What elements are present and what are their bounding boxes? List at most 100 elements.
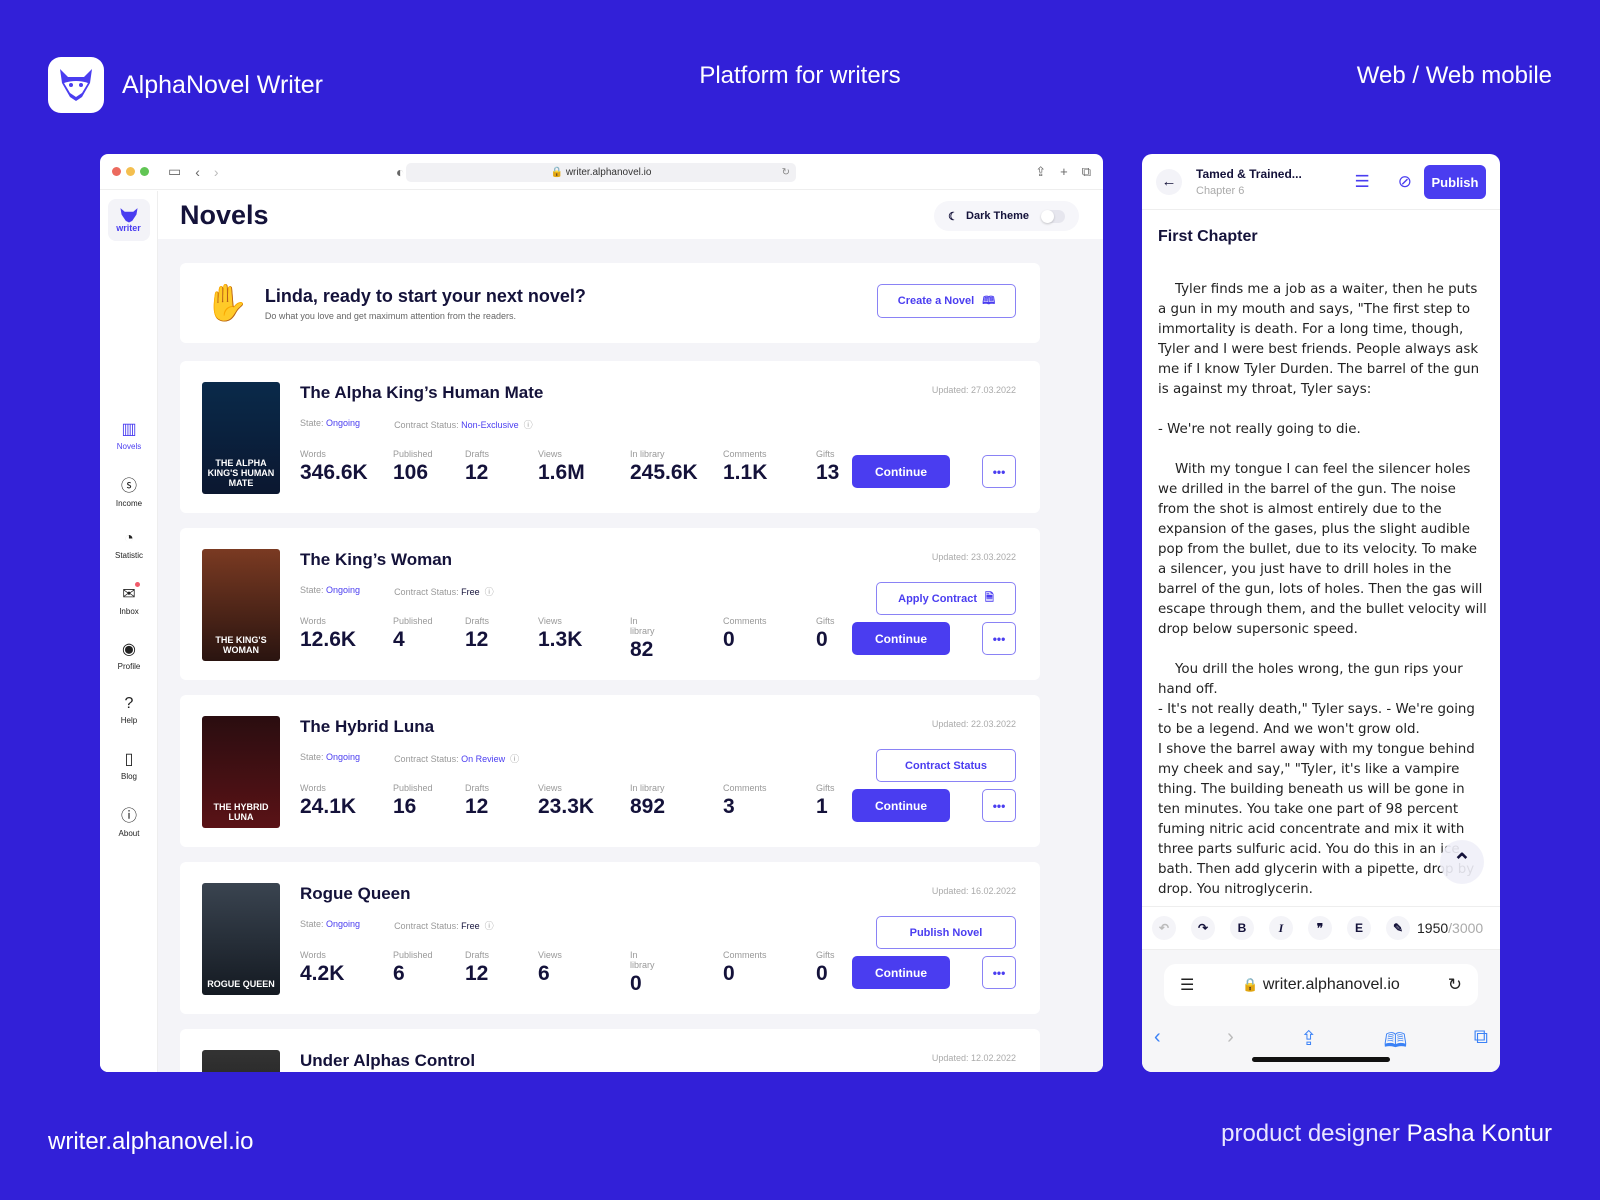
stat-value: 0 (723, 962, 735, 985)
chapter-list-icon[interactable]: ☰ (1355, 172, 1370, 192)
share-icon[interactable]: ⇪ (1035, 164, 1046, 180)
stat-label: Drafts (465, 616, 490, 626)
state-label: State: (300, 585, 324, 595)
continue-button[interactable]: Continue (852, 622, 950, 655)
continue-button[interactable]: Continue (852, 455, 950, 488)
novel-cover[interactable]: ROGUE QUEEN (202, 883, 280, 995)
emphasis-icon[interactable]: E (1347, 916, 1371, 940)
novel-title[interactable]: The Hybrid Luna (300, 717, 434, 737)
sidebar-item-profile[interactable]: ◉ Profile (100, 627, 158, 682)
stat-label: Words (300, 449, 326, 459)
site-url: writer.alphanovel.io (48, 1128, 254, 1155)
sidebar-item-inbox[interactable]: ✉ Inbox (100, 572, 158, 627)
logo-label: writer (116, 223, 141, 233)
sidebar-item-statistic[interactable]: ◔ Statistic (100, 517, 158, 572)
novel-title[interactable]: Rogue Queen (300, 884, 411, 904)
stat-value: 12 (465, 628, 489, 651)
mobile-tabs-icon[interactable]: ⧉ (1474, 1026, 1488, 1060)
stat-value: 4.2K (300, 962, 345, 985)
browser-toolbar: ▭ ‹ › ◐ 🔒 writer.alphanovel.io ↻ ⇪ + ⧉ (100, 154, 1103, 190)
sidebar-item-blog[interactable]: ▯ Blog (100, 737, 158, 792)
redo-icon[interactable]: ↷ (1191, 916, 1215, 940)
bookmarks-icon[interactable]: 🕮 (1384, 1026, 1408, 1060)
stat-value: 106 (393, 461, 429, 484)
stat-value: 24.1K (300, 795, 357, 818)
apply-contract-button[interactable]: Apply Contract 🗎 (876, 582, 1016, 615)
publish-button[interactable]: Publish (1424, 165, 1486, 199)
minimize-window-button[interactable] (126, 167, 135, 176)
continue-button[interactable]: Continue (852, 789, 950, 822)
create-novel-label: Create a Novel (897, 295, 975, 307)
magic-wand-icon[interactable]: ✎ (1386, 916, 1410, 940)
state-label: State: (300, 919, 324, 929)
mobile-share-icon[interactable]: ⇪ (1300, 1026, 1317, 1060)
info-icon[interactable]: ⓘ (510, 754, 519, 764)
stat-label: Drafts (465, 783, 490, 793)
mobile-reload-icon[interactable]: ↻ (1448, 975, 1462, 995)
continue-button[interactable]: Continue (852, 956, 950, 989)
novel-cover[interactable]: THE HYBRID LUNA (202, 716, 280, 828)
more-options-button[interactable]: ••• (982, 622, 1016, 655)
dark-theme-control[interactable]: ☾ Dark Theme (934, 201, 1079, 231)
sidebar-item-income[interactable]: ⓢ Income (100, 462, 158, 517)
address-bar[interactable]: 🔒 writer.alphanovel.io ↻ (406, 163, 796, 182)
mobile-forward-icon[interactable]: › (1227, 1026, 1234, 1060)
more-options-button[interactable]: ••• (982, 455, 1016, 488)
novel-cover[interactable]: THE KING'S WOMAN (202, 549, 280, 661)
novel-title[interactable]: The King’s Woman (300, 550, 452, 570)
sidebar-item-about[interactable]: ⓘ About (100, 792, 158, 847)
more-options-button[interactable]: ••• (982, 789, 1016, 822)
mobile-address-bar[interactable]: ☰ 🔒 writer.alphanovel.io ↻ (1164, 964, 1478, 1006)
novel-cover[interactable]: THE ALPHA KING'S HUMAN MATE (202, 382, 280, 494)
mobile-back-icon[interactable]: ‹ (1154, 1026, 1161, 1060)
info-icon[interactable]: ⓘ (485, 587, 494, 597)
state-label: State: (300, 418, 324, 428)
scroll-to-top-button[interactable]: ⌃ (1440, 840, 1484, 884)
contract-label: Contract Status: (394, 921, 459, 931)
more-options-button[interactable]: ••• (982, 956, 1016, 989)
info-icon[interactable]: ⓘ (485, 921, 494, 931)
stat-published: Published 6 (393, 950, 433, 986)
stat-views: Views 6 (538, 950, 562, 986)
publish-novel-button[interactable]: Publish Novel (876, 916, 1016, 949)
reload-icon[interactable]: ↻ (782, 167, 790, 178)
info-icon[interactable]: ⓘ (524, 420, 533, 430)
maximize-window-button[interactable] (140, 167, 149, 176)
contract-label: Contract Status: (394, 754, 459, 764)
stat-in-library: In library 0 (630, 950, 655, 996)
back-arrow-icon[interactable]: ← (1156, 168, 1182, 195)
new-tab-icon[interactable]: + (1060, 164, 1068, 180)
state-label: State: (300, 752, 324, 762)
create-novel-button[interactable]: Create a Novel 🕮 (877, 284, 1016, 318)
novel-title[interactable]: The Alpha King’s Human Mate (300, 383, 543, 403)
stat-views: Views 1.3K (538, 616, 582, 652)
chapter-text-editor[interactable]: Tyler finds me a job as a waiter, then h… (1158, 280, 1488, 900)
close-window-button[interactable] (112, 167, 121, 176)
shield-icon[interactable]: ◐ (396, 164, 404, 180)
chapter-number: Chapter 6 (1196, 184, 1245, 197)
stat-label: Views (538, 449, 562, 459)
chart-icon: ◔ (124, 529, 134, 547)
novel-title[interactable]: Under Alphas Control (300, 1051, 475, 1071)
tabs-icon[interactable]: ⧉ (1082, 164, 1091, 180)
sidebar-item-help[interactable]: ? Help (100, 682, 158, 737)
dark-theme-label: Dark Theme (966, 210, 1029, 222)
stat-value: 12 (465, 461, 489, 484)
back-icon[interactable]: ‹ (195, 164, 200, 180)
preview-icon[interactable]: ⊘ (1398, 172, 1412, 192)
sidebar-item-novels[interactable]: ▥ Novels (100, 407, 158, 462)
bold-icon[interactable]: B (1230, 916, 1254, 940)
novel-cover[interactable] (202, 1050, 280, 1072)
contract-status-button[interactable]: Contract Status (876, 749, 1016, 782)
sidebar-logo[interactable]: writer (107, 199, 150, 241)
sidebar-toggle-icon[interactable]: ▭ (168, 163, 181, 180)
novel-meta: State: Ongoing Contract Status: Free ⓘ (300, 585, 494, 598)
dark-theme-toggle[interactable] (1041, 209, 1065, 223)
state-value: Ongoing (326, 752, 361, 762)
reader-icon[interactable]: ☰ (1180, 975, 1194, 995)
italic-icon[interactable]: I (1269, 916, 1293, 940)
stat-value: 1.3K (538, 628, 583, 651)
undo-icon[interactable]: ↶ (1152, 916, 1176, 940)
quote-icon[interactable]: ❞ (1308, 916, 1332, 940)
forward-icon[interactable]: › (214, 164, 219, 180)
